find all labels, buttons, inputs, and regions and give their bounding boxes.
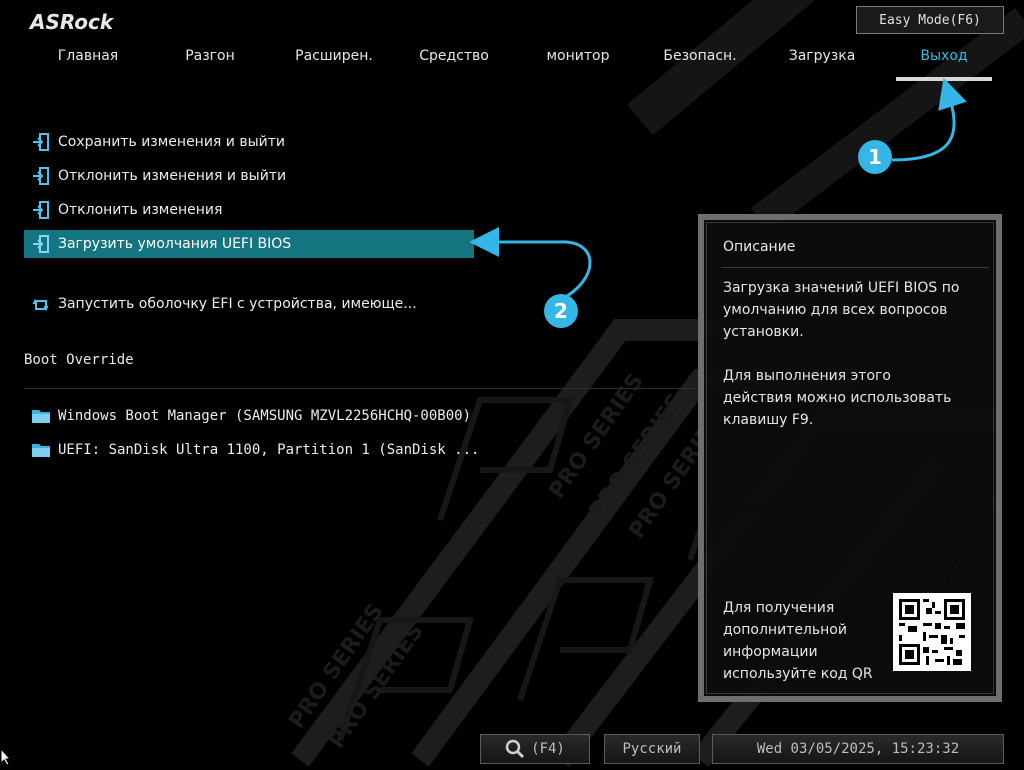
description-line: Для выполнения этого <box>723 368 891 384</box>
folder-icon <box>30 405 52 427</box>
callout-2: 2 <box>544 294 578 328</box>
asrock-logo: ASRock <box>28 8 128 38</box>
section-divider <box>24 388 696 389</box>
qr-note-line: используйте код QR <box>723 666 873 682</box>
description-panel: Описание Загрузка значений UEFI BIOS по … <box>698 214 1002 702</box>
description-text-1: Загрузка значений UEFI BIOS по умолчанию… <box>723 277 985 343</box>
menu-item-discard-exit[interactable]: Отклонить изменения и выйти <box>24 162 286 190</box>
boot-item-label: Windows Boot Manager (SAMSUNG MZVL2256HC… <box>58 408 472 424</box>
tab-overclock[interactable]: Разгон <box>150 48 270 74</box>
description-text-2: Для выполнения этого действия можно испо… <box>723 365 985 431</box>
description-panel-inner: Описание Загрузка значений UEFI BIOS по … <box>706 222 994 694</box>
callout-1: 1 <box>858 140 892 174</box>
active-tab-indicator <box>896 77 992 81</box>
qr-note: Для получения дополнительной информации … <box>723 597 883 685</box>
language-button[interactable]: Русский <box>604 734 700 764</box>
exit-door-icon <box>30 131 52 153</box>
folder-icon <box>30 439 52 461</box>
datetime-display: Wed 03/05/2025, 15:23:32 <box>712 734 1004 764</box>
tab-monitor[interactable]: монитор <box>518 48 638 74</box>
search-icon <box>505 739 525 759</box>
menu-item-label: Сохранить изменения и выйти <box>58 134 286 150</box>
tab-tool[interactable]: Средство <box>394 48 514 74</box>
svg-text:ASRock: ASRock <box>28 10 115 34</box>
menu-item-label: Отклонить изменения <box>58 202 223 218</box>
boot-item-usb[interactable]: UEFI: SanDisk Ultra 1100, Partition 1 (S… <box>24 436 479 464</box>
menu-item-launch-efi-shell[interactable]: Запустить оболочку EFI с устройства, име… <box>24 290 417 318</box>
menu-item-discard-changes[interactable]: Отклонить изменения <box>24 196 222 224</box>
qr-note-line: Для получения <box>723 600 835 616</box>
search-shortcut: (F4) <box>531 741 565 757</box>
description-title: Описание <box>723 239 796 255</box>
tab-exit[interactable]: Выход <box>884 48 1004 74</box>
description-line: действия можно использовать <box>723 390 952 406</box>
mouse-cursor-icon <box>0 747 12 770</box>
boot-item-label: UEFI: SanDisk Ultra 1100, Partition 1 (S… <box>58 442 480 458</box>
easy-mode-button[interactable]: Easy Mode(F6) <box>856 6 1004 34</box>
boot-item-windows[interactable]: Windows Boot Manager (SAMSUNG MZVL2256HC… <box>24 402 471 430</box>
tab-boot[interactable]: Загрузка <box>762 48 882 74</box>
qr-code-icon <box>893 593 971 671</box>
tab-security[interactable]: Безопасн. <box>640 48 760 74</box>
tab-advanced[interactable]: Расширен. <box>274 48 394 74</box>
description-line: Загрузка значений UEFI BIOS по <box>723 280 960 296</box>
qr-note-line: дополнительной <box>723 622 847 638</box>
exit-door-icon <box>30 233 52 255</box>
main-tabs: Главная Разгон Расширен. Средство монито… <box>28 48 1008 82</box>
description-line: клавишу F9. <box>723 412 814 428</box>
boot-override-heading: Boot Override <box>24 352 134 368</box>
menu-item-load-defaults[interactable]: Загрузить умолчания UEFI BIOS <box>24 230 474 258</box>
description-line: умолчанию для всех вопросов <box>723 302 948 318</box>
menu-item-save-exit[interactable]: Сохранить изменения и выйти <box>24 128 285 156</box>
description-line: установки. <box>723 324 804 340</box>
tab-main[interactable]: Главная <box>28 48 148 74</box>
search-button[interactable]: (F4) <box>480 734 590 764</box>
exit-door-icon <box>30 199 52 221</box>
menu-item-label: Отклонить изменения и выйти <box>58 168 287 184</box>
menu-item-label: Загрузить умолчания UEFI BIOS <box>58 236 292 252</box>
description-divider <box>721 267 989 268</box>
qr-note-line: информации <box>723 644 818 660</box>
menu-item-label: Запустить оболочку EFI с устройства, име… <box>58 296 417 312</box>
exit-door-icon <box>30 165 52 187</box>
refresh-arrows-icon <box>30 293 52 315</box>
